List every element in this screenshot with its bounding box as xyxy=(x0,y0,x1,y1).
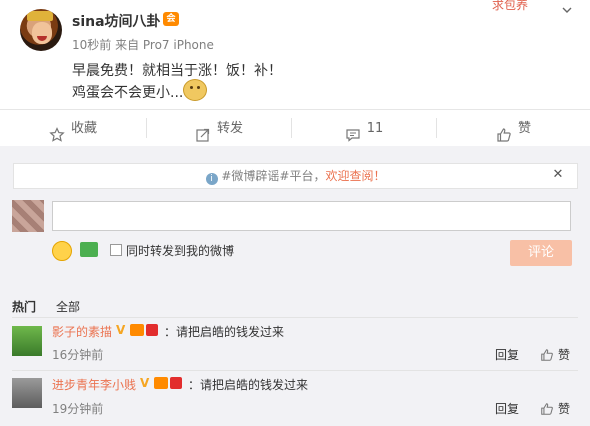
image-icon[interactable] xyxy=(80,242,98,257)
notice-bar: i #微博辟谣#平台，欢迎查阅！ xyxy=(13,163,578,189)
favorite-button[interactable]: 收藏 xyxy=(0,110,146,147)
tabs-divider xyxy=(12,317,578,318)
comment-icon xyxy=(345,121,361,142)
emoji-icon[interactable] xyxy=(52,241,72,261)
repost-icon xyxy=(195,121,211,142)
thumbs-up-icon xyxy=(541,348,553,361)
favorite-label: 收藏 xyxy=(70,121,97,136)
post-text-line-2: 鸡蛋会不会更小... xyxy=(72,85,184,101)
comment-input[interactable] xyxy=(52,201,571,231)
like-label: 赞 xyxy=(517,121,531,136)
post-text-line-1: 早晨免费！就相当于涨！饭！补！ xyxy=(72,63,282,79)
close-icon[interactable]: ✕ xyxy=(551,168,565,182)
notice-link[interactable]: 欢迎查阅！ xyxy=(325,169,385,183)
star-icon xyxy=(49,121,65,142)
comment-count: 11 xyxy=(366,121,384,136)
post-action-bar: 收藏 转发 11 赞 xyxy=(0,109,590,148)
post-meta[interactable]: 10秒前 来自 Pro7 iPhone xyxy=(72,36,214,53)
comment-text: ：请把启皓的钱发过来 xyxy=(188,378,309,392)
notice-hashtag[interactable]: #微博辟谣#平台， xyxy=(221,169,325,183)
repost-checkbox-label[interactable]: 同时转发到我的微博 xyxy=(126,242,234,259)
thumbs-up-icon xyxy=(541,402,553,415)
commenter-badges: V xyxy=(140,377,182,391)
verified-v-icon[interactable]: V xyxy=(140,377,152,389)
comment-like-button[interactable]: 赞 xyxy=(540,346,570,363)
repost-checkbox[interactable] xyxy=(110,244,122,256)
doge-emoji-icon xyxy=(183,79,207,101)
vip-icon[interactable] xyxy=(130,324,144,336)
tab-all[interactable]: 全部 xyxy=(56,300,80,314)
vip-badge-icon[interactable]: 会 xyxy=(163,12,179,26)
reply-button[interactable]: 回复 xyxy=(495,346,519,363)
my-avatar xyxy=(12,200,44,232)
comment-like-label: 赞 xyxy=(558,402,571,416)
chevron-down-icon[interactable] xyxy=(562,4,572,14)
reply-button[interactable]: 回复 xyxy=(495,400,519,417)
info-icon: i xyxy=(205,173,218,185)
comment-tabs: 热门 全部 xyxy=(12,298,80,315)
submit-comment-button[interactable]: 评论 xyxy=(510,240,572,266)
red-envelope-icon[interactable] xyxy=(170,377,182,389)
commenter-avatar[interactable] xyxy=(12,378,42,408)
commenter-name[interactable]: 进步青年李小贱 xyxy=(52,376,136,393)
vip-icon[interactable] xyxy=(154,377,168,389)
tab-hot[interactable]: 热门 xyxy=(12,300,36,314)
comment-button[interactable]: 11 xyxy=(292,110,436,147)
comment-divider xyxy=(12,370,578,371)
author-name[interactable]: sina坊间八卦 xyxy=(72,11,161,31)
commenter-avatar[interactable] xyxy=(12,326,42,356)
comment-like-button[interactable]: 赞 xyxy=(540,400,570,417)
corner-decoration: 求包养 xyxy=(492,0,529,12)
repost-button[interactable]: 转发 xyxy=(147,110,291,147)
verified-v-icon[interactable]: V xyxy=(116,324,128,336)
comment-time: 16分钟前 xyxy=(52,348,104,362)
avatar-crown-icon xyxy=(27,11,53,21)
comment-time: 19分钟前 xyxy=(52,402,104,416)
comment-text: ：请把启皓的钱发过来 xyxy=(164,325,285,339)
repost-label: 转发 xyxy=(216,121,243,136)
like-button[interactable]: 赞 xyxy=(437,110,590,147)
comment-like-label: 赞 xyxy=(558,348,571,362)
red-envelope-icon[interactable] xyxy=(146,324,158,336)
commenter-name[interactable]: 影子的素描 xyxy=(52,323,112,340)
commenter-badges: V xyxy=(116,324,158,338)
thumbs-up-icon xyxy=(496,121,512,142)
author-avatar[interactable] xyxy=(20,9,62,51)
